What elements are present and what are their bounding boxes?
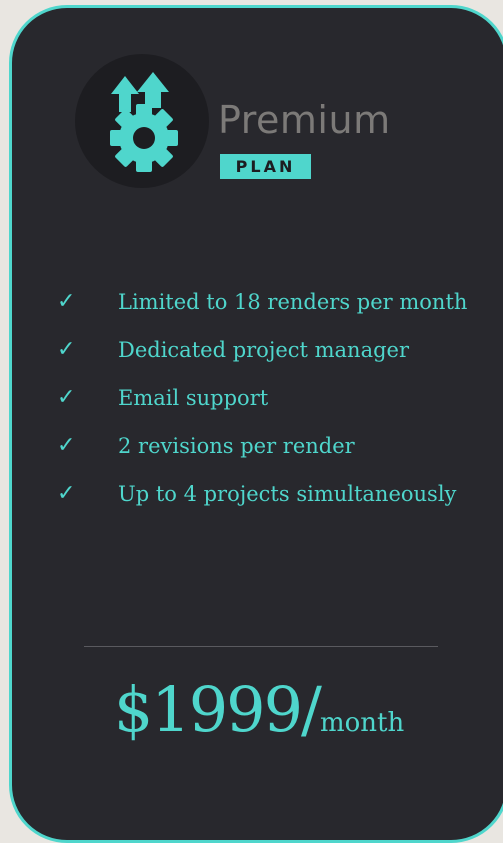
pricing-card: Premium PLAN ✓ Limited to 18 renders per… <box>9 5 503 843</box>
price-amount: $1999/ <box>113 673 322 746</box>
feature-text: 2 revisions per render <box>118 434 355 458</box>
feature-item: ✓ Email support <box>12 374 503 422</box>
check-icon: ✓ <box>57 433 76 458</box>
gear-with-up-arrows-icon <box>110 72 178 172</box>
feature-text: Up to 4 projects simultaneously <box>118 482 457 506</box>
feature-list: ✓ Limited to 18 renders per month ✓ Dedi… <box>12 278 503 518</box>
check-icon: ✓ <box>57 385 76 410</box>
feature-item: ✓ Up to 4 projects simultaneously <box>12 470 503 518</box>
plan-name: Premium <box>218 98 391 142</box>
check-icon: ✓ <box>57 481 76 506</box>
feature-item: ✓ Dedicated project manager <box>12 326 503 374</box>
feature-text: Dedicated project manager <box>118 338 410 362</box>
price-period: month <box>319 708 405 738</box>
plan-badge: PLAN <box>220 154 311 179</box>
feature-text: Limited to 18 renders per month <box>118 290 468 314</box>
check-icon: ✓ <box>57 289 76 314</box>
feature-text: Email support <box>118 386 269 410</box>
divider <box>84 646 438 647</box>
check-icon: ✓ <box>57 337 76 362</box>
feature-item: ✓ 2 revisions per render <box>12 422 503 470</box>
feature-item: ✓ Limited to 18 renders per month <box>12 278 503 326</box>
price: $1999/month <box>12 673 503 746</box>
